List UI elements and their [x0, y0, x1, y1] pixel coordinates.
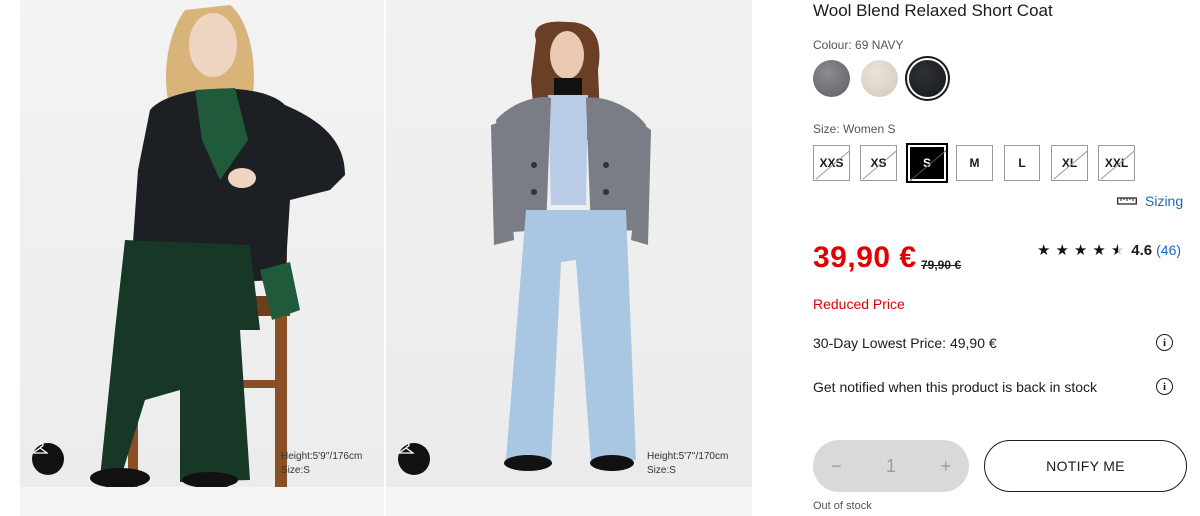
notify-me-button[interactable]: NOTIFY ME: [984, 440, 1187, 492]
size-option-label: XL: [1061, 156, 1078, 170]
colour-swatch-gray[interactable]: [813, 60, 850, 97]
product-title: Wool Blend Relaxed Short Coat: [813, 1, 1053, 20]
size-label: Size: Women S: [813, 122, 896, 136]
model-height: Height:5'7''/170cm: [647, 451, 729, 462]
star-full-icon: ★: [1037, 242, 1051, 259]
reduced-price-label: Reduced Price: [813, 296, 905, 312]
quantity-increase-button[interactable]: +: [940, 456, 951, 477]
star-full-icon: ★: [1073, 242, 1088, 259]
colour-label: Colour: 69 NAVY: [813, 38, 904, 52]
lowest-price-info: 30-Day Lowest Price: 49,90 €: [813, 335, 997, 351]
model-seated-illustration: [90, 5, 345, 487]
product-rating[interactable]: ★ ★ ★ ★ ★ 4.6 (46): [1037, 241, 1181, 260]
size-option-label: XXS: [819, 156, 844, 170]
size-option-label: XS: [870, 156, 887, 170]
size-option-label: L: [1018, 156, 1026, 170]
size-option-s[interactable]: S: [906, 143, 948, 183]
size-option-label: XXL: [1104, 156, 1129, 170]
model-info: Height:5'7''/170cm Size:S: [647, 450, 728, 478]
ruler-icon: [1117, 193, 1137, 209]
view-model-button[interactable]: [398, 443, 430, 475]
image-strip-1: [20, 487, 384, 516]
image-strip-2: [386, 487, 752, 516]
star-full-icon: ★: [1055, 242, 1069, 259]
product-image-2[interactable]: Height:5'7''/170cm Size:S: [386, 0, 752, 487]
model-size: Size:S: [647, 465, 676, 476]
size-option-l[interactable]: L: [1004, 145, 1040, 181]
info-icon[interactable]: i: [1156, 334, 1173, 351]
size-option-xl[interactable]: XL: [1051, 145, 1088, 181]
model-height: Height:5'9''/176cm: [281, 451, 363, 462]
quantity-value: 1: [885, 455, 896, 476]
model-info: Height:5'9''/176cm Size:S: [281, 450, 362, 478]
stock-status: Out of stock: [813, 500, 872, 512]
colour-swatch-beige[interactable]: [861, 60, 898, 97]
model-standing-illustration: [491, 21, 651, 471]
star-half-icon: ★: [1110, 242, 1125, 259]
back-in-stock-info: Get notified when this product is back i…: [813, 379, 1098, 395]
model-size: Size:S: [281, 465, 310, 476]
size-option-xs[interactable]: XS: [860, 145, 897, 181]
review-count-link[interactable]: (46): [1156, 242, 1181, 258]
info-icon[interactable]: i: [1156, 378, 1173, 395]
sizing-link-label: Sizing: [1145, 193, 1184, 209]
colour-swatch-navy[interactable]: [909, 60, 946, 97]
star-full-icon: ★: [1092, 242, 1106, 259]
rating-value: 4.6: [1131, 241, 1153, 259]
sizing-link[interactable]: Sizing: [1117, 193, 1183, 209]
size-option-m[interactable]: M: [956, 145, 993, 181]
size-option-label: S: [922, 156, 931, 170]
view-model-button[interactable]: [32, 443, 64, 475]
product-image-1[interactable]: Height:5'9''/176cm Size:S: [20, 0, 384, 487]
quantity-stepper: − 1 +: [813, 440, 969, 492]
size-option-xxl[interactable]: XXL: [1098, 145, 1135, 181]
size-option-xxs[interactable]: XXS: [813, 145, 850, 181]
sale-price: 39,90 €: [813, 241, 917, 274]
quantity-decrease-button[interactable]: −: [831, 456, 842, 477]
original-price: 79,90 €: [921, 258, 962, 272]
size-option-label: M: [969, 156, 980, 170]
